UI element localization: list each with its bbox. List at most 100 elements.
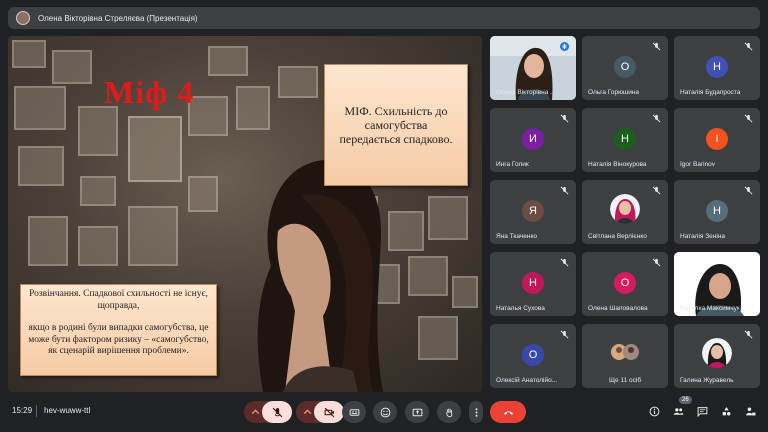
- meeting-controls-bar: 15:29 hev-wuww-ttl: [0, 398, 768, 432]
- chat-button[interactable]: [694, 403, 710, 419]
- mic-off-icon: [652, 114, 661, 123]
- mic-options-chevron-icon[interactable]: [250, 407, 261, 418]
- mic-off-icon: [560, 258, 569, 267]
- people-icon: [673, 407, 683, 415]
- slide-title: Міф 4: [104, 74, 195, 110]
- myth-statement: МІФ. Схильність до самогубства передаєть…: [324, 64, 468, 186]
- info-icon: [649, 406, 659, 416]
- participant-name: Инга Голик: [496, 161, 529, 168]
- participant-tile[interactable]: Н Наталія Зеніна: [674, 180, 760, 244]
- speaking-indicator-icon: [560, 42, 569, 51]
- mic-off-icon: [560, 330, 569, 339]
- camera-toggle-button[interactable]: [314, 401, 344, 423]
- mic-off-icon: [652, 42, 661, 51]
- participant-avatar: Н: [706, 56, 728, 78]
- participant-name: Наталія Зеніна: [680, 233, 726, 240]
- photo-frame: [428, 196, 468, 240]
- presentation-slide: Міф 4 МІФ. Схильність до самогубства пер…: [8, 36, 482, 392]
- mic-off-icon: [744, 42, 753, 51]
- participant-tile[interactable]: О Олена Шаповалова: [582, 252, 668, 316]
- more-participants-tile[interactable]: Ще 11 осіб: [582, 324, 668, 388]
- activities-button[interactable]: [718, 403, 734, 419]
- participant-tile[interactable]: Н Наталья Сухова: [490, 252, 576, 316]
- participant-tile[interactable]: Світлана Верлієнко: [582, 180, 668, 244]
- mic-toggle-button[interactable]: [262, 401, 292, 423]
- more-vert-icon: [475, 407, 477, 417]
- participant-tile-presenter[interactable]: Олена Вікторівна ...: [490, 36, 576, 100]
- photo-frame: [128, 116, 182, 182]
- camera-options-chevron-icon[interactable]: [302, 407, 313, 418]
- participant-photo: [610, 194, 640, 224]
- photo-frame: [128, 206, 178, 266]
- participant-count-badge: 26: [679, 396, 692, 404]
- participant-name: Олена Шаповалова: [588, 305, 648, 312]
- closed-captions-icon: [349, 408, 359, 416]
- photo-frame: [12, 40, 46, 68]
- photo-frame: [78, 106, 118, 156]
- myth-text: МІФ. Схильність до самогубства передаєть…: [339, 104, 453, 146]
- participant-tile[interactable]: Наталка Максимчук: [674, 252, 760, 316]
- participant-name: Igor Barinov: [680, 161, 716, 168]
- photo-frame: [18, 146, 64, 186]
- more-options-button[interactable]: [469, 401, 483, 423]
- chat-icon: [697, 406, 707, 417]
- participant-tile[interactable]: Н Наталія Вінокурова: [582, 108, 668, 172]
- debunk-text-1: Розвінчання. Спадкової схильності не існ…: [29, 289, 208, 311]
- participant-name: Ольга Горюшина: [588, 89, 640, 96]
- hand-icon: [445, 408, 452, 417]
- mic-off-icon: [560, 186, 569, 195]
- participant-tile[interactable]: И Инга Голик: [490, 108, 576, 172]
- participant-name: Наталка Максимчук: [680, 305, 740, 312]
- host-controls-button[interactable]: [742, 403, 758, 419]
- photo-frame: [278, 66, 318, 98]
- lock-person-icon: [745, 407, 755, 415]
- participant-name: Наталія Вінокурова: [588, 161, 647, 168]
- participant-avatar: О: [522, 344, 544, 366]
- present-screen-button[interactable]: [405, 401, 429, 423]
- participant-tile[interactable]: Галина Журавель: [674, 324, 760, 388]
- activities-icon: [722, 406, 730, 415]
- hang-up-icon: [503, 411, 513, 415]
- photo-frame: [388, 211, 424, 251]
- photo-frame: [236, 86, 270, 130]
- present-icon: [412, 408, 422, 416]
- participant-avatar: Н: [706, 200, 728, 222]
- captions-button[interactable]: [342, 401, 366, 423]
- participant-avatar: I: [706, 128, 728, 150]
- more-participants-label: Ще 11 осіб: [608, 377, 642, 384]
- participant-name: Олексій Анатолійо...: [496, 377, 558, 384]
- mic-off-icon: [272, 407, 282, 417]
- participant-name: Яна Ткаченко: [496, 233, 537, 240]
- presentation-title: Олена Вікторівна Стреляєва (Презентація): [38, 13, 198, 23]
- photo-frame: [78, 226, 118, 266]
- participant-tile[interactable]: Я Яна Ткаченко: [490, 180, 576, 244]
- group-avatars-icon: [611, 344, 639, 360]
- divider: [36, 405, 37, 417]
- people-button[interactable]: [670, 403, 686, 419]
- mic-off-icon: [652, 186, 661, 195]
- participant-name: Олена Вікторівна ...: [496, 89, 556, 96]
- reactions-button[interactable]: [373, 401, 397, 423]
- mic-off-icon: [744, 330, 753, 339]
- participant-avatar: И: [522, 128, 544, 150]
- photo-frame: [52, 50, 92, 84]
- photo-frame: [408, 256, 448, 296]
- participant-avatar: Н: [522, 272, 544, 294]
- participant-tile[interactable]: I Igor Barinov: [674, 108, 760, 172]
- camera-off-icon: [324, 407, 334, 417]
- participant-tile[interactable]: О Ольга Горюшина: [582, 36, 668, 100]
- presenter-avatar: [16, 11, 30, 25]
- raise-hand-button[interactable]: [437, 401, 461, 423]
- participant-avatar: О: [614, 272, 636, 294]
- participant-avatar: Н: [614, 128, 636, 150]
- leave-call-button[interactable]: [490, 401, 526, 423]
- participant-tile[interactable]: Н Наталія Будапроста: [674, 36, 760, 100]
- meeting-code: hev-wuww-ttl: [44, 406, 91, 415]
- participant-tile[interactable]: О Олексій Анатолійо...: [490, 324, 576, 388]
- participant-name: Галина Журавель: [680, 377, 734, 384]
- mic-off-icon: [744, 186, 753, 195]
- current-time: 15:29: [12, 406, 33, 415]
- participant-name: Наталья Сухова: [496, 305, 545, 312]
- meeting-details-button[interactable]: [646, 403, 662, 419]
- photo-frame: [80, 176, 116, 206]
